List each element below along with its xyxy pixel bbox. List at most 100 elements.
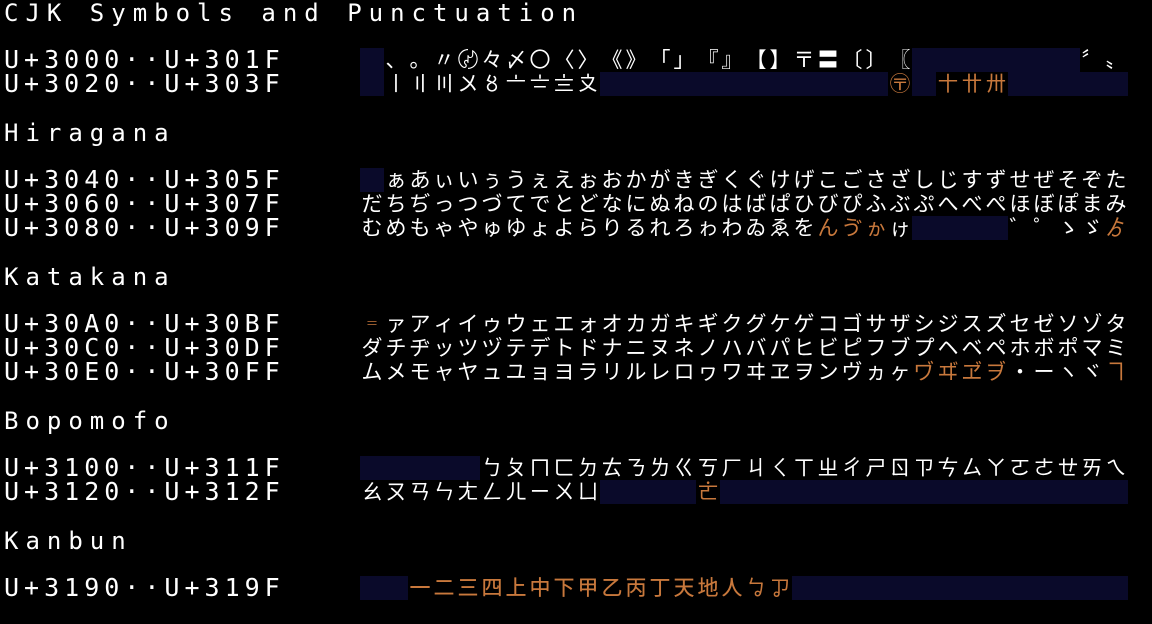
missing-glyph-cell — [1104, 72, 1128, 96]
missing-glyph-cell — [456, 456, 480, 480]
glyph-cell: ろ — [673, 216, 695, 240]
glyph-cell: ㄛ — [1009, 456, 1031, 480]
glyph-cell: 〨 — [553, 72, 575, 96]
glyph-cell: ㄊ — [601, 456, 623, 480]
glyph-cell: ジ — [937, 312, 959, 336]
glyph-cell: ヷ — [913, 360, 935, 384]
glyph-cell: ㄠ — [361, 480, 383, 504]
glyph-cell: ま — [1081, 192, 1103, 216]
glyph-cell: サ — [865, 312, 887, 336]
glyph-cell: ゖ — [889, 216, 911, 240]
glyph-cell: ら — [577, 216, 599, 240]
section-title: CJK Symbols and Punctuation — [4, 0, 584, 27]
glyph-cell: せ — [1009, 168, 1031, 192]
glyph-cell: ㆕ — [481, 576, 503, 600]
missing-glyph-cell — [384, 576, 408, 600]
missing-glyph-cell — [960, 216, 984, 240]
missing-glyph-cell — [768, 480, 792, 504]
glyph-cell: ヤ — [457, 360, 479, 384]
glyph-cell: 〔 — [841, 48, 863, 72]
glyph-cell: ㄉ — [577, 456, 599, 480]
glyph-cell: 〞 — [1081, 48, 1103, 72]
glyph-cell: き — [673, 168, 695, 192]
glyph-cell: 〧 — [529, 72, 551, 96]
glyph-cell: や — [457, 216, 479, 240]
glyph-cell: ぴ — [841, 192, 863, 216]
glyph-cell: ㄜ — [1033, 456, 1055, 480]
missing-glyph-cell — [864, 576, 888, 600]
missing-glyph-cell — [792, 480, 816, 504]
glyph-cell: り — [601, 216, 623, 240]
glyph-cell: ㄝ — [1057, 456, 1079, 480]
glyph-cell: み — [1105, 192, 1127, 216]
glyph-cell: ヺ — [985, 360, 1007, 384]
glyph-cell: ホ — [1009, 336, 1031, 360]
glyph-cell: ㄨ — [553, 480, 575, 504]
glyph-cell: ズ — [985, 312, 1007, 336]
glyph-cell: ㄇ — [529, 456, 551, 480]
glyph-cell: ぉ — [577, 168, 599, 192]
glyph-cell: ぼ — [1033, 192, 1055, 216]
glyph-cell: ㆒ — [409, 576, 431, 600]
missing-glyph-cell — [792, 72, 816, 96]
glyph-cell: け — [769, 168, 791, 192]
glyph-cell: ェ — [529, 312, 551, 336]
missing-glyph-cell — [1032, 72, 1056, 96]
glyph-cell: ー — [1033, 360, 1055, 384]
glyph-cell: ㆚ — [601, 576, 623, 600]
missing-glyph-cell — [720, 480, 744, 504]
glyph-cell: ユ — [505, 360, 527, 384]
glyph-cell: る — [625, 216, 647, 240]
glyph-cell: く — [721, 168, 743, 192]
missing-glyph-cell — [648, 72, 672, 96]
missing-glyph-cell — [960, 480, 984, 504]
glyph-cell: ゆ — [505, 216, 527, 240]
missing-glyph-cell — [408, 456, 432, 480]
missing-glyph-cell — [1056, 480, 1080, 504]
glyph-cell: ュ — [481, 360, 503, 384]
glyph-cell: ㄤ — [457, 480, 479, 504]
glyph-cell: ね — [673, 192, 695, 216]
glyph-cell: ど — [577, 192, 599, 216]
glyph-cell: ガ — [649, 312, 671, 336]
glyph-cell: ギ — [697, 312, 719, 336]
missing-glyph-cell — [936, 480, 960, 504]
section-title: Hiragana — [4, 119, 176, 147]
missing-glyph-cell — [768, 72, 792, 96]
missing-glyph-cell — [1032, 480, 1056, 504]
section-title: Kanbun — [4, 527, 133, 555]
glyph-cell: グ — [745, 312, 767, 336]
glyph-cell: ㄈ — [553, 456, 575, 480]
missing-glyph-cell — [816, 576, 840, 600]
missing-glyph-cell — [888, 480, 912, 504]
glyph-cell: キ — [673, 312, 695, 336]
glyph-cell: ㄎ — [697, 456, 719, 480]
glyph-cell: ト — [553, 336, 575, 360]
glyph-cell: ツ — [457, 336, 479, 360]
glyph-cell: ヾ — [1081, 360, 1103, 384]
missing-glyph-cell — [720, 72, 744, 96]
glyph-cell: ぶ — [889, 192, 911, 216]
missing-glyph-cell — [984, 576, 1008, 600]
glyph-cell: ば — [745, 192, 767, 216]
glyph-cell: 」 — [673, 48, 695, 72]
glyph-cell: ク — [721, 312, 743, 336]
glyph-cell: ゜ — [1033, 216, 1055, 240]
glyph-cell: 〒 — [793, 48, 815, 72]
glyph-cell: セ — [1009, 312, 1031, 336]
glyph-cell: ㄔ — [841, 456, 863, 480]
glyph-cell: ヴ — [841, 360, 863, 384]
glyph-cell: ㆙ — [577, 576, 599, 600]
glyph-cell: ㄡ — [385, 480, 407, 504]
glyph-cell: ㄥ — [481, 480, 503, 504]
glyph-cell: ヵ — [865, 360, 887, 384]
glyph-cell: ゝ — [1057, 216, 1079, 240]
glyph-cell: ㄞ — [1081, 456, 1103, 480]
glyph-cell: パ — [769, 336, 791, 360]
missing-glyph-cell — [1080, 480, 1104, 504]
glyph-cell: ぎ — [697, 168, 719, 192]
glyph-cell: 〖 — [889, 48, 911, 72]
missing-glyph-cell — [432, 456, 456, 480]
missing-glyph-cell — [648, 480, 672, 504]
glyph-cell: ㄣ — [433, 480, 455, 504]
